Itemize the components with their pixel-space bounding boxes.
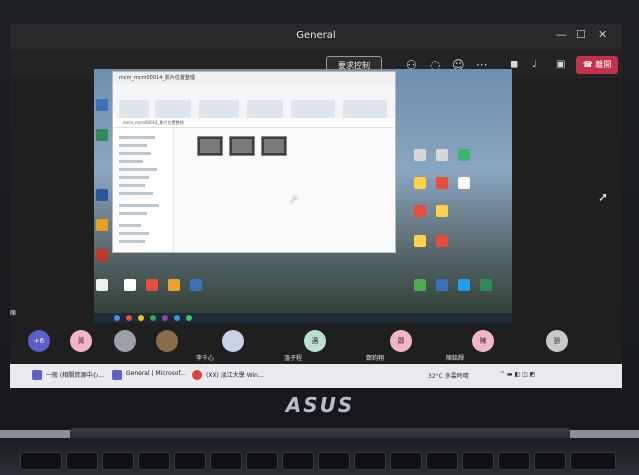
overflow-count-badge[interactable]: +6 (28, 330, 50, 352)
desktop-icon[interactable] (458, 177, 470, 189)
desktop-icon[interactable] (480, 279, 492, 291)
participant-name: 鄭鈞翔 (366, 355, 385, 362)
ribbon-group[interactable] (343, 100, 387, 120)
desktop-icon[interactable] (96, 219, 108, 231)
desktop-icon[interactable] (96, 279, 108, 291)
video-file-icon[interactable] (229, 136, 255, 156)
shared-taskbar (94, 313, 512, 323)
share-icon[interactable]: ▣ (556, 59, 565, 70)
teams-title-bar: General — ☐ ✕ (10, 24, 622, 50)
leave-label: 離開 (595, 60, 612, 69)
desktop-icon[interactable] (190, 279, 202, 291)
avatar[interactable]: 邁 (304, 330, 326, 352)
taskbar-item[interactable]: General | Microsof... (126, 370, 186, 377)
participant-name: 李千心 (196, 355, 215, 362)
desktop-icon[interactable] (436, 235, 448, 247)
avatar[interactable]: 張 (546, 330, 568, 352)
desktop-icon[interactable] (414, 235, 426, 247)
teams-icon[interactable] (112, 370, 122, 380)
desktop-icon[interactable] (436, 177, 448, 189)
avatar[interactable]: 黃 (70, 330, 92, 352)
photo-scene: General — ☐ ✕ 要求控制 ⚇ ◌ ☺ ··· ◼ ♩ ▣ ☎ 離開 … (0, 0, 639, 475)
desktop-icon[interactable] (436, 205, 448, 217)
avatar[interactable] (114, 330, 136, 352)
desktop-icon[interactable] (96, 249, 108, 261)
desktop-icon[interactable] (414, 177, 426, 189)
desktop-icon[interactable] (96, 189, 108, 201)
desktop-icon[interactable] (458, 149, 470, 161)
address-bar[interactable]: mcm_mcm00014_影片位置整理 (113, 118, 395, 128)
desktop-icon[interactable] (414, 149, 426, 161)
desktop-icon[interactable] (124, 279, 136, 291)
close-button[interactable]: ✕ (598, 28, 607, 41)
avatar[interactable] (222, 330, 244, 352)
tray-icons[interactable]: ^ ▬ ◧ ◫ ◩ (500, 371, 535, 378)
ribbon-group[interactable] (119, 100, 149, 120)
teams-icon[interactable] (32, 370, 42, 380)
laptop-screen: General — ☐ ✕ 要求控制 ⚇ ◌ ☺ ··· ◼ ♩ ▣ ☎ 離開 … (10, 24, 622, 388)
desktop-icon[interactable] (458, 279, 470, 291)
chrome-icon[interactable] (192, 370, 202, 380)
desktop-icon[interactable] (96, 99, 108, 111)
shared-screen: mcm_mcm00014_影片位置整理 mcm_mcm00014_影片位置整理 (94, 69, 512, 323)
ribbon-group[interactable] (247, 100, 283, 120)
maximize-button[interactable]: ☐ (576, 28, 586, 41)
navigation-pane (113, 128, 174, 252)
taskbar-item[interactable]: (XX) 淡江大學 Win... (206, 370, 264, 379)
participant-name: 陳銘輝 (446, 355, 465, 362)
desktop-icon[interactable] (414, 279, 426, 291)
desktop-icon[interactable] (146, 279, 158, 291)
desktop-icon[interactable] (436, 279, 448, 291)
avatar[interactable]: 鄭 (390, 330, 412, 352)
file-explorer-window: mcm_mcm00014_影片位置整理 mcm_mcm00014_影片位置整理 (112, 71, 396, 253)
desktop-icon[interactable] (168, 279, 180, 291)
mic-icon[interactable]: ♩ (532, 59, 537, 70)
keyboard-row (0, 452, 639, 475)
desktop-icon[interactable] (96, 129, 108, 141)
windows-taskbar: 一般 (相關資源中心... General | Microsof... (XX)… (10, 364, 622, 388)
leave-button[interactable]: ☎ 離開 (576, 56, 618, 74)
desktop-icon[interactable] (414, 205, 426, 217)
explorer-ribbon (113, 84, 395, 120)
mouse-cursor-icon: ➚ (289, 192, 300, 206)
participants-strip: +6 黃 邁 鄭 陳 張 李千心 溫子程 鄭鈞翔 陳銘輝 (10, 324, 622, 364)
ribbon-group[interactable] (199, 100, 239, 120)
video-file-icon[interactable] (197, 136, 223, 156)
minimize-button[interactable]: — (556, 28, 567, 41)
avatar[interactable]: 陳 (472, 330, 494, 352)
mouse-cursor-icon: ➚ (598, 190, 609, 204)
explorer-title: mcm_mcm00014_影片位置整理 (113, 72, 395, 84)
video-file-icon[interactable] (261, 136, 287, 156)
desktop-icon[interactable] (436, 149, 448, 161)
participant-name: 溫子程 (284, 355, 303, 362)
window-title: General (296, 30, 336, 41)
taskbar-item[interactable]: 一般 (相關資源中心... (46, 370, 104, 379)
ribbon-group[interactable] (291, 100, 335, 120)
asus-logo: ASUS (285, 393, 355, 417)
ribbon-group[interactable] (155, 100, 191, 120)
participant-name: 陳 (10, 310, 17, 317)
weather-text[interactable]: 32°C 多雲時晴 (428, 371, 469, 380)
avatar[interactable] (156, 330, 178, 352)
phone-icon: ☎ (582, 60, 593, 69)
